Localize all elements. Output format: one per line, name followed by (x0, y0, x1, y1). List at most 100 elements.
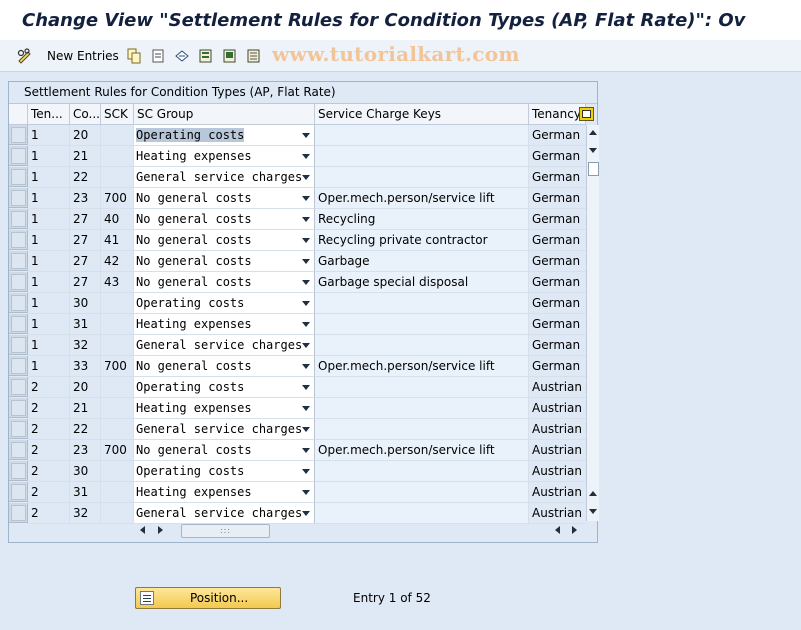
scroll-up-icon[interactable] (589, 128, 598, 137)
sc-group-dropdown[interactable]: No general costs (134, 356, 315, 377)
deselect-all-icon[interactable] (246, 48, 262, 64)
sc-group-dropdown[interactable]: No general costs (134, 440, 315, 461)
service-charge-keys-cell[interactable] (315, 335, 529, 356)
sc-group-dropdown[interactable]: General service charges (134, 167, 315, 188)
row-selector[interactable] (9, 209, 28, 229)
service-charge-keys-cell[interactable] (315, 314, 529, 335)
select-block-icon[interactable] (222, 48, 238, 64)
dropdown-arrow-icon[interactable] (302, 175, 310, 180)
dropdown-arrow-icon[interactable] (302, 301, 310, 306)
dropdown-arrow-icon[interactable] (302, 364, 310, 369)
row-selector[interactable] (9, 293, 28, 313)
service-charge-keys-cell[interactable] (315, 293, 529, 314)
dropdown-arrow-icon[interactable] (302, 490, 310, 495)
sc-group-dropdown[interactable]: General service charges (134, 335, 315, 356)
service-charge-keys-cell[interactable] (315, 125, 529, 146)
dropdown-arrow-icon[interactable] (302, 217, 310, 222)
sc-group-dropdown[interactable]: General service charges (134, 503, 315, 524)
service-charge-keys-cell[interactable]: Oper.mech.person/service lift (315, 440, 529, 461)
row-selector[interactable] (9, 356, 28, 376)
sc-group-dropdown[interactable]: Operating costs (134, 293, 315, 314)
service-charge-keys-cell[interactable] (315, 419, 529, 440)
dropdown-arrow-icon[interactable] (302, 280, 310, 285)
select-all-icon[interactable] (198, 48, 214, 64)
dropdown-arrow-icon[interactable] (302, 238, 310, 243)
vertical-scrollbar[interactable] (586, 125, 599, 521)
sc-group-dropdown[interactable]: No general costs (134, 188, 315, 209)
dropdown-arrow-icon[interactable] (302, 133, 310, 138)
scroll-left-icon[interactable] (139, 526, 147, 535)
table-settings-icon[interactable] (579, 107, 594, 121)
horizontal-scroll-thumb[interactable]: ::: (181, 524, 270, 538)
row-selector[interactable] (9, 461, 28, 481)
service-charge-keys-cell[interactable] (315, 377, 529, 398)
service-charge-keys-cell[interactable]: Recycling (315, 209, 529, 230)
row-selector[interactable] (9, 482, 28, 502)
sc-group-dropdown[interactable]: Heating expenses (134, 146, 315, 167)
row-selector[interactable] (9, 314, 28, 334)
row-selector[interactable] (9, 230, 28, 250)
sc-group-dropdown[interactable]: No general costs (134, 209, 315, 230)
dropdown-arrow-icon[interactable] (302, 469, 310, 474)
sc-group-dropdown[interactable]: General service charges (134, 419, 315, 440)
scroll-down-bottom-icon[interactable] (589, 507, 598, 516)
dropdown-arrow-icon[interactable] (302, 406, 310, 411)
dropdown-arrow-icon[interactable] (302, 343, 310, 348)
service-charge-keys-cell[interactable] (315, 398, 529, 419)
service-charge-keys-cell[interactable]: Recycling private contractor (315, 230, 529, 251)
row-selector[interactable] (9, 272, 28, 292)
scroll-up-bottom-icon[interactable] (589, 489, 598, 498)
header-col-service-charge-keys[interactable]: Service Charge Keys (315, 104, 529, 125)
scroll-right-end-icon[interactable] (570, 526, 578, 535)
service-charge-keys-cell[interactable]: Oper.mech.person/service lift (315, 356, 529, 377)
row-selector[interactable] (9, 398, 28, 418)
service-charge-keys-cell[interactable]: Garbage (315, 251, 529, 272)
sc-group-dropdown[interactable]: No general costs (134, 230, 315, 251)
sc-group-dropdown[interactable]: No general costs (134, 251, 315, 272)
row-selector[interactable] (9, 377, 28, 397)
sc-group-dropdown[interactable]: Heating expenses (134, 482, 315, 503)
horizontal-scrollbar[interactable]: ::: (134, 522, 586, 539)
header-col-sc-group[interactable]: SC Group (134, 104, 315, 125)
service-charge-keys-cell[interactable]: Garbage special disposal (315, 272, 529, 293)
dropdown-arrow-icon[interactable] (302, 427, 310, 432)
select-all-rows-corner[interactable] (9, 104, 28, 125)
header-col-tenancy[interactable]: Tenancy (529, 104, 586, 125)
sc-group-dropdown[interactable]: Operating costs (134, 377, 315, 398)
copy-icon[interactable] (126, 48, 142, 64)
row-selector[interactable] (9, 125, 28, 145)
scroll-down-icon[interactable] (589, 146, 598, 155)
service-charge-keys-cell[interactable]: Oper.mech.person/service lift (315, 188, 529, 209)
sc-group-dropdown[interactable]: Operating costs (134, 125, 315, 146)
position-button[interactable]: Position... (135, 587, 281, 609)
sc-group-dropdown[interactable]: Heating expenses (134, 314, 315, 335)
service-charge-keys-cell[interactable] (315, 503, 529, 524)
sc-group-dropdown[interactable]: No general costs (134, 272, 315, 293)
dropdown-arrow-icon[interactable] (302, 259, 310, 264)
glasses-pencil-icon[interactable] (17, 48, 33, 64)
delete-icon[interactable] (150, 48, 166, 64)
row-selector[interactable] (9, 440, 28, 460)
service-charge-keys-cell[interactable] (315, 167, 529, 188)
row-selector[interactable] (9, 419, 28, 439)
scroll-left-end-icon[interactable] (554, 526, 562, 535)
dropdown-arrow-icon[interactable] (302, 448, 310, 453)
scroll-right-icon[interactable] (156, 526, 164, 535)
header-col-condition[interactable]: Co... (70, 104, 101, 125)
row-selector[interactable] (9, 146, 28, 166)
row-selector[interactable] (9, 335, 28, 355)
scroll-thumb[interactable] (588, 162, 599, 176)
sc-group-dropdown[interactable]: Operating costs (134, 461, 315, 482)
row-selector[interactable] (9, 251, 28, 271)
service-charge-keys-cell[interactable] (315, 482, 529, 503)
header-col-sck[interactable]: SCK (101, 104, 134, 125)
row-selector[interactable] (9, 188, 28, 208)
dropdown-arrow-icon[interactable] (302, 196, 310, 201)
row-selector[interactable] (9, 503, 28, 523)
new-entries-button[interactable]: New Entries (47, 48, 119, 64)
row-selector[interactable] (9, 167, 28, 187)
service-charge-keys-cell[interactable] (315, 461, 529, 482)
header-col-tenancy-law[interactable]: Ten... (28, 104, 70, 125)
dropdown-arrow-icon[interactable] (302, 322, 310, 327)
sc-group-dropdown[interactable]: Heating expenses (134, 398, 315, 419)
